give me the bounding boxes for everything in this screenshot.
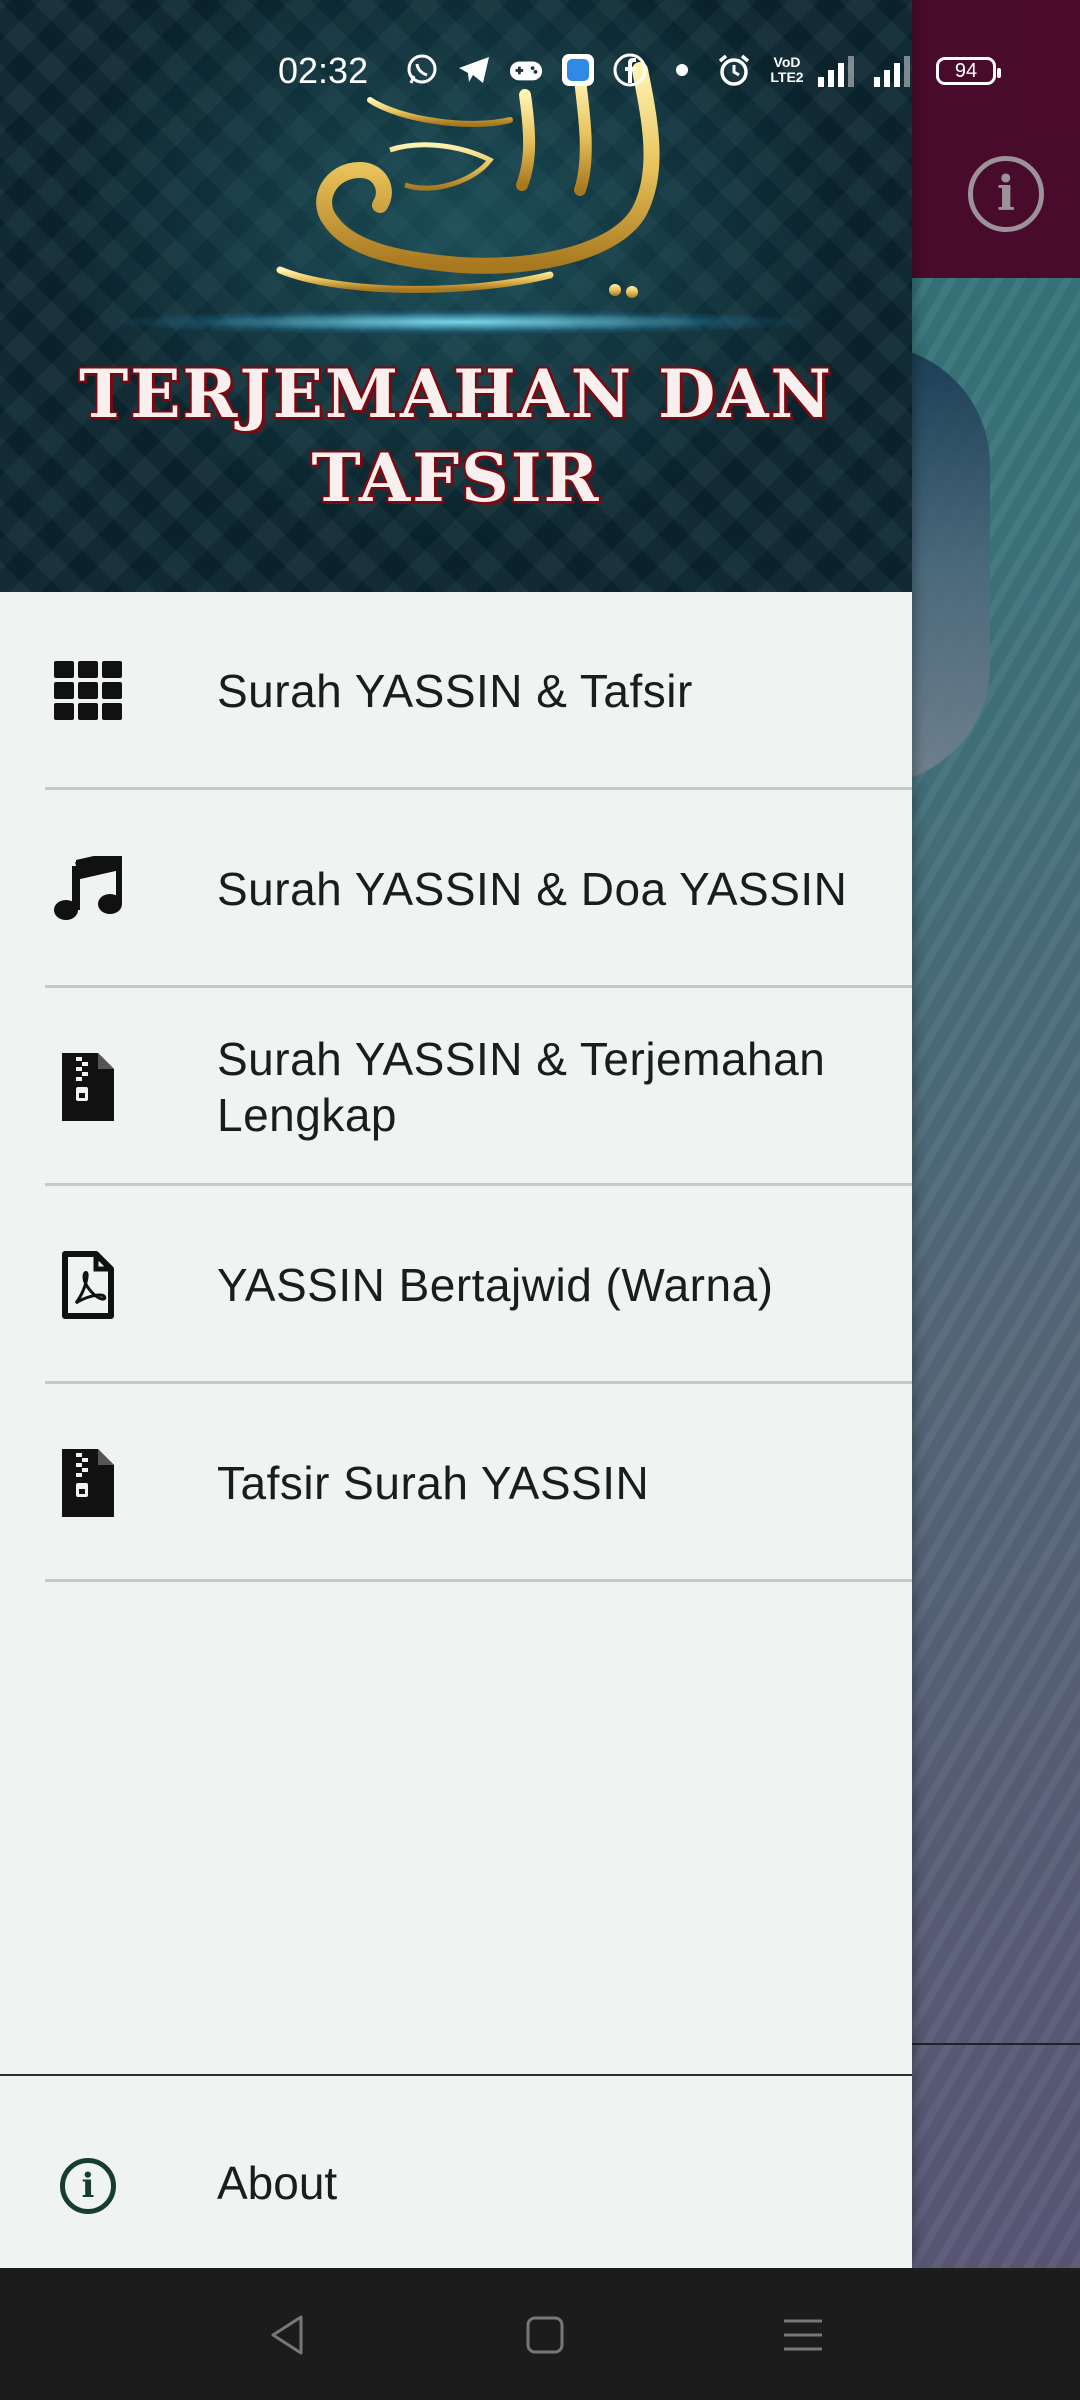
menu-item-tafsir-yassin[interactable]: Tafsir Surah YASSIN (0, 1384, 912, 1582)
notification-icons: VoD LTE2 (404, 52, 806, 88)
status-time: 02:32 (278, 50, 369, 91)
menu-item-yassin-bertajwid[interactable]: YASSIN Bertajwid (Warna) (0, 1186, 912, 1384)
back-icon[interactable] (260, 2308, 314, 2362)
dot-icon (664, 52, 700, 88)
gamepad-icon (508, 52, 544, 88)
menu-divider (45, 1579, 912, 1582)
whatsapp-icon (404, 52, 440, 88)
drawer-scrim[interactable] (912, 0, 1080, 2268)
menu-item-label: YASSIN Bertajwid (Warna) (217, 1259, 774, 1311)
menu-item-label: Tafsir Surah YASSIN (217, 1457, 650, 1509)
menu-item-yassin-tafsir[interactable]: Surah YASSIN & Tafsir (0, 592, 912, 790)
alarm-icon (716, 52, 752, 88)
battery-icon: 94 (936, 57, 1001, 85)
signal-strength-2-icon (874, 56, 910, 87)
header-title-line2: TAFSIR (311, 439, 601, 517)
app-icon (560, 52, 596, 88)
volte-indicator: VoD LTE2 (768, 52, 806, 88)
menu-item-label: Surah YASSIN & Tafsir (217, 665, 693, 717)
system-nav-bar (0, 2268, 1080, 2400)
menu-icon[interactable] (776, 2308, 830, 2362)
menu-item-label: Surah YASSIN & Doa YASSIN (217, 863, 848, 915)
menu-item-about[interactable]: i About (0, 2076, 912, 2268)
signal-strength-1-icon (818, 56, 854, 87)
grid-icon (52, 655, 124, 727)
volte-label-top: VoD (773, 54, 801, 70)
volte-label-bottom: LTE2 (770, 69, 804, 85)
zip-file-icon (52, 1051, 124, 1123)
navigation-drawer: TERJEMAHAN DAN TAFSIR Surah YASSIN & Taf… (0, 0, 912, 2268)
menu-item-label: Surah YASSIN & Terjemahan Lengkap (217, 1033, 826, 1141)
music-note-icon (52, 853, 124, 925)
pdf-file-icon (52, 1249, 124, 1321)
menu-item-yassin-terjemahan[interactable]: Surah YASSIN & Terjemahan Lengkap (0, 988, 912, 1186)
zip-file-icon (52, 1447, 124, 1519)
header-title: TERJEMAHAN DAN TAFSIR (0, 352, 912, 520)
status-bar: 02:32 VoD LTE2 94 (0, 0, 1080, 140)
facebook-icon (612, 52, 648, 88)
header-title-line1: TERJEMAHAN DAN (79, 355, 833, 433)
about-label: About (217, 2157, 338, 2209)
home-icon[interactable] (518, 2308, 572, 2362)
telegram-icon (456, 52, 492, 88)
info-icon: i (60, 2158, 116, 2214)
menu-item-yassin-doa[interactable]: Surah YASSIN & Doa YASSIN (0, 790, 912, 988)
drawer-menu: Surah YASSIN & Tafsir Surah YASSIN & Doa… (0, 592, 912, 1582)
